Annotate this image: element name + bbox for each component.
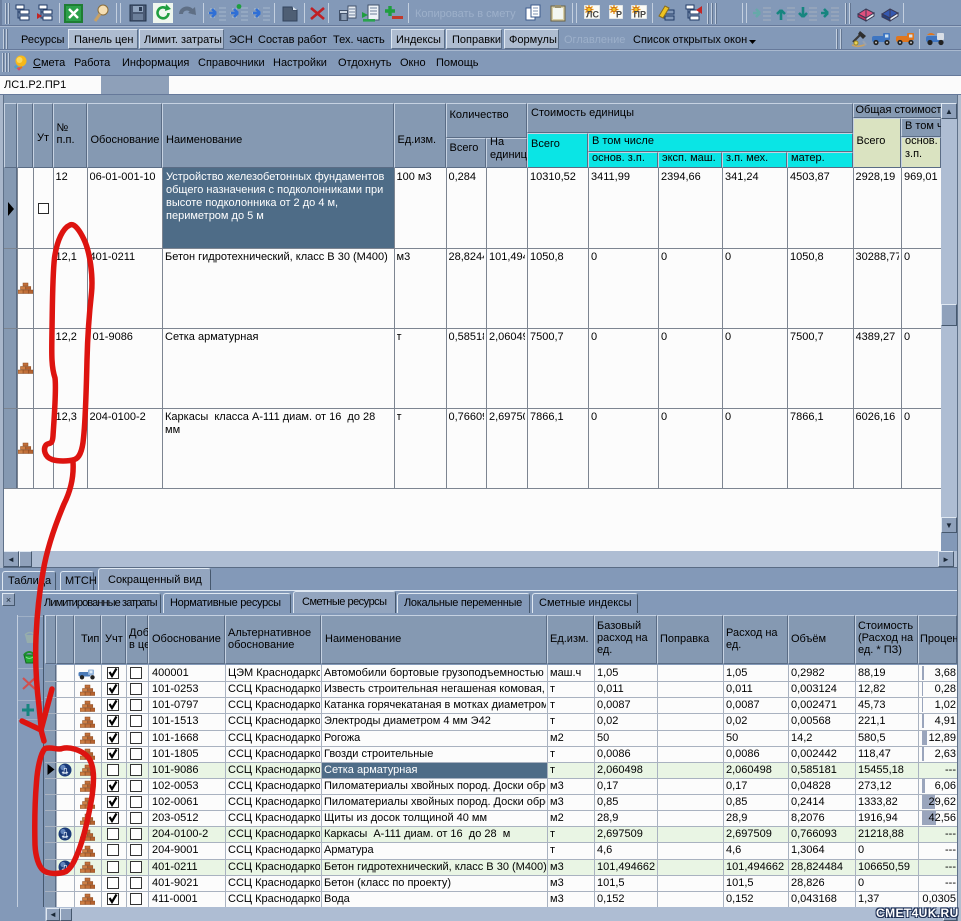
svg-text:Д: Д [63, 832, 68, 839]
svg-text:ПР: ПР [634, 10, 646, 20]
svg-text:Д: Д [63, 768, 68, 775]
svg-text:Д: Д [63, 865, 68, 872]
svg-text:ЛС: ЛС [586, 10, 599, 20]
svg-text:Р: Р [616, 10, 622, 20]
